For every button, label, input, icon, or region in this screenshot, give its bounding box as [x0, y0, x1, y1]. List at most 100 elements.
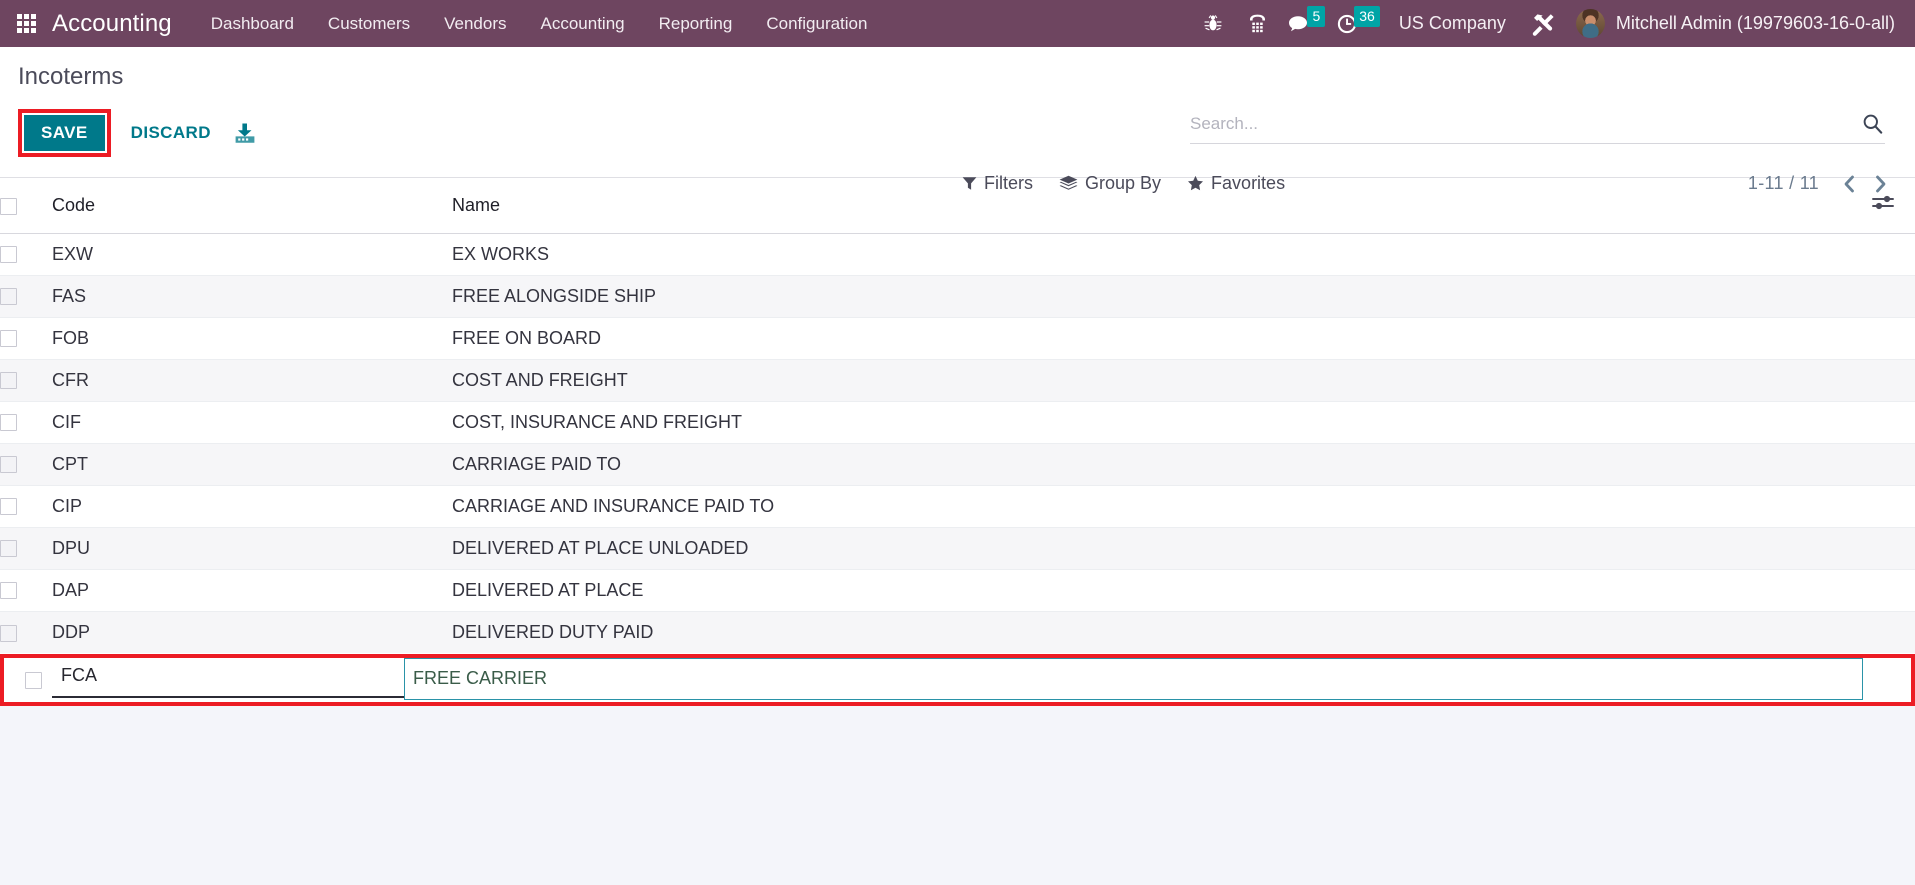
- apps-menu-button[interactable]: [0, 0, 52, 47]
- table-body: EXW EX WORKS FAS FREE ALONGSIDE SHIP FOB…: [0, 232, 1915, 653]
- table-row[interactable]: DPU DELIVERED AT PLACE UNLOADED: [0, 526, 1915, 569]
- row-name: COST, INSURANCE AND FREIGHT: [452, 400, 1853, 443]
- debug-menu-button[interactable]: [1191, 0, 1235, 47]
- row-checkbox[interactable]: [0, 624, 17, 642]
- messages-counter-button[interactable]: 5: [1279, 0, 1328, 47]
- row-checkbox[interactable]: [0, 540, 17, 558]
- select-all-header: [0, 178, 52, 234]
- menu-item-dashboard[interactable]: Dashboard: [194, 0, 311, 47]
- column-options-sliders-icon: [1872, 196, 1894, 210]
- phone-dialpad-icon: [1249, 14, 1265, 32]
- voip-dialpad-button[interactable]: [1235, 0, 1279, 47]
- table-row[interactable]: CFR COST AND FREIGHT: [0, 358, 1915, 401]
- table-row[interactable]: DDP DELIVERED DUTY PAID: [0, 610, 1915, 653]
- row-code: DDP: [52, 610, 452, 653]
- activities-counter-button[interactable]: 36: [1328, 0, 1383, 47]
- row-checkbox[interactable]: [0, 582, 17, 600]
- favorites-dropdown[interactable]: Favorites: [1187, 173, 1285, 194]
- developer-tools-button[interactable]: [1522, 0, 1566, 47]
- filters-label: Filters: [984, 173, 1033, 193]
- pager-previous-button[interactable]: [1835, 174, 1863, 194]
- incoterms-table: Code Name EXW EX WORKS FAS FREE ALONGSID…: [0, 178, 1915, 653]
- row-checkbox[interactable]: [0, 456, 17, 474]
- group-by-label: Group By: [1085, 173, 1162, 193]
- search-magnifier-icon: [1863, 114, 1883, 134]
- name-input[interactable]: [405, 668, 1862, 690]
- pager: 1-11 / 11: [1748, 173, 1895, 194]
- table-header-row: Code Name: [0, 178, 1915, 234]
- funnel-filter-icon: [962, 177, 977, 190]
- search-facets: Filters Group By Favorites: [962, 173, 1285, 194]
- column-header-code[interactable]: Code: [52, 178, 452, 234]
- row-code: EXW: [52, 232, 452, 275]
- activities-badge: 36: [1354, 6, 1380, 27]
- search-input[interactable]: [1190, 114, 1854, 136]
- group-by-dropdown[interactable]: Group By: [1059, 173, 1161, 194]
- star-icon: [1188, 175, 1204, 191]
- discard-button[interactable]: DISCARD: [131, 123, 211, 143]
- table-row-editing[interactable]: [4, 658, 1911, 702]
- menu-item-configuration[interactable]: Configuration: [749, 0, 884, 47]
- select-all-checkbox[interactable]: [0, 197, 17, 215]
- user-name-label: Mitchell Admin (19979603-16-0-all): [1615, 13, 1895, 33]
- row-code: CPT: [52, 442, 452, 485]
- menu-item-vendors[interactable]: Vendors: [427, 0, 523, 47]
- row-code: FAS: [52, 274, 452, 317]
- code-input[interactable]: [52, 665, 404, 689]
- row-name: FREE ON BOARD: [452, 316, 1853, 359]
- row-checkbox[interactable]: [0, 288, 17, 306]
- menu-item-reporting[interactable]: Reporting: [642, 0, 750, 47]
- search-bar: [1190, 113, 1885, 144]
- table-row[interactable]: EXW EX WORKS: [0, 232, 1915, 275]
- code-field-cell[interactable]: [52, 658, 404, 698]
- chevron-right-icon: [1876, 175, 1886, 192]
- menu-item-customers[interactable]: Customers: [311, 0, 427, 47]
- row-checkbox[interactable]: [0, 372, 17, 390]
- table-row[interactable]: CPT CARRIAGE PAID TO: [0, 442, 1915, 485]
- main-menu: Dashboard Customers Vendors Accounting R…: [194, 0, 885, 47]
- import-records-button[interactable]: [233, 122, 257, 145]
- row-name: CARRIAGE AND INSURANCE PAID TO: [452, 484, 1853, 527]
- company-switcher[interactable]: US Company: [1383, 13, 1522, 34]
- avatar: [1575, 9, 1605, 38]
- app-brand-accounting[interactable]: Accounting: [52, 10, 194, 38]
- row-code: FOB: [52, 316, 452, 359]
- row-code: DAP: [52, 568, 452, 611]
- breadcrumb: Incoterms: [18, 63, 124, 90]
- row-name: EX WORKS: [452, 232, 1853, 275]
- apps-grid-icon: [16, 14, 36, 33]
- table-row[interactable]: CIF COST, INSURANCE AND FREIGHT: [0, 400, 1915, 443]
- row-name: CARRIAGE PAID TO: [452, 442, 1853, 485]
- row-code: CIP: [52, 484, 452, 527]
- control-panel-buttons: SAVE DISCARD: [18, 109, 257, 157]
- import-download-icon: [235, 123, 255, 143]
- row-checkbox[interactable]: [0, 246, 17, 264]
- table-row[interactable]: DAP DELIVERED AT PLACE: [0, 568, 1915, 611]
- search-button[interactable]: [1854, 113, 1885, 136]
- row-checkbox[interactable]: [0, 414, 17, 432]
- row-checkbox[interactable]: [0, 498, 17, 516]
- table-row[interactable]: FOB FREE ON BOARD: [0, 316, 1915, 359]
- row-code: CIF: [52, 400, 452, 443]
- name-field-cell[interactable]: [404, 658, 1863, 700]
- row-name: FREE ALONGSIDE SHIP: [452, 274, 1853, 317]
- pager-next-button[interactable]: [1867, 174, 1895, 194]
- optional-columns-button[interactable]: [1871, 194, 1895, 211]
- save-button-highlight: SAVE: [18, 109, 111, 157]
- user-menu[interactable]: Mitchell Admin (19979603-16-0-all): [1566, 0, 1901, 47]
- menu-item-accounting[interactable]: Accounting: [524, 0, 642, 47]
- row-code: CFR: [52, 358, 452, 401]
- table-row[interactable]: CIP CARRIAGE AND INSURANCE PAID TO: [0, 484, 1915, 527]
- wrench-screwdriver-icon: [1533, 13, 1554, 36]
- row-name: DELIVERED DUTY PAID: [452, 610, 1853, 653]
- control-panel: Incoterms SAVE DISCARD Search... Filters…: [0, 47, 1915, 193]
- row-checkbox[interactable]: [25, 671, 42, 689]
- row-checkbox[interactable]: [0, 330, 17, 348]
- filters-dropdown[interactable]: Filters: [962, 173, 1033, 194]
- systray: 5 36 US Company Mitchell Admin (19979603…: [1191, 0, 1915, 47]
- save-button[interactable]: SAVE: [24, 115, 105, 151]
- editing-row-highlight: [0, 654, 1915, 706]
- row-code: DPU: [52, 526, 452, 569]
- table-row[interactable]: FAS FREE ALONGSIDE SHIP: [0, 274, 1915, 317]
- list-view: Code Name EXW EX WORKS FAS FREE ALONGSID…: [0, 178, 1915, 866]
